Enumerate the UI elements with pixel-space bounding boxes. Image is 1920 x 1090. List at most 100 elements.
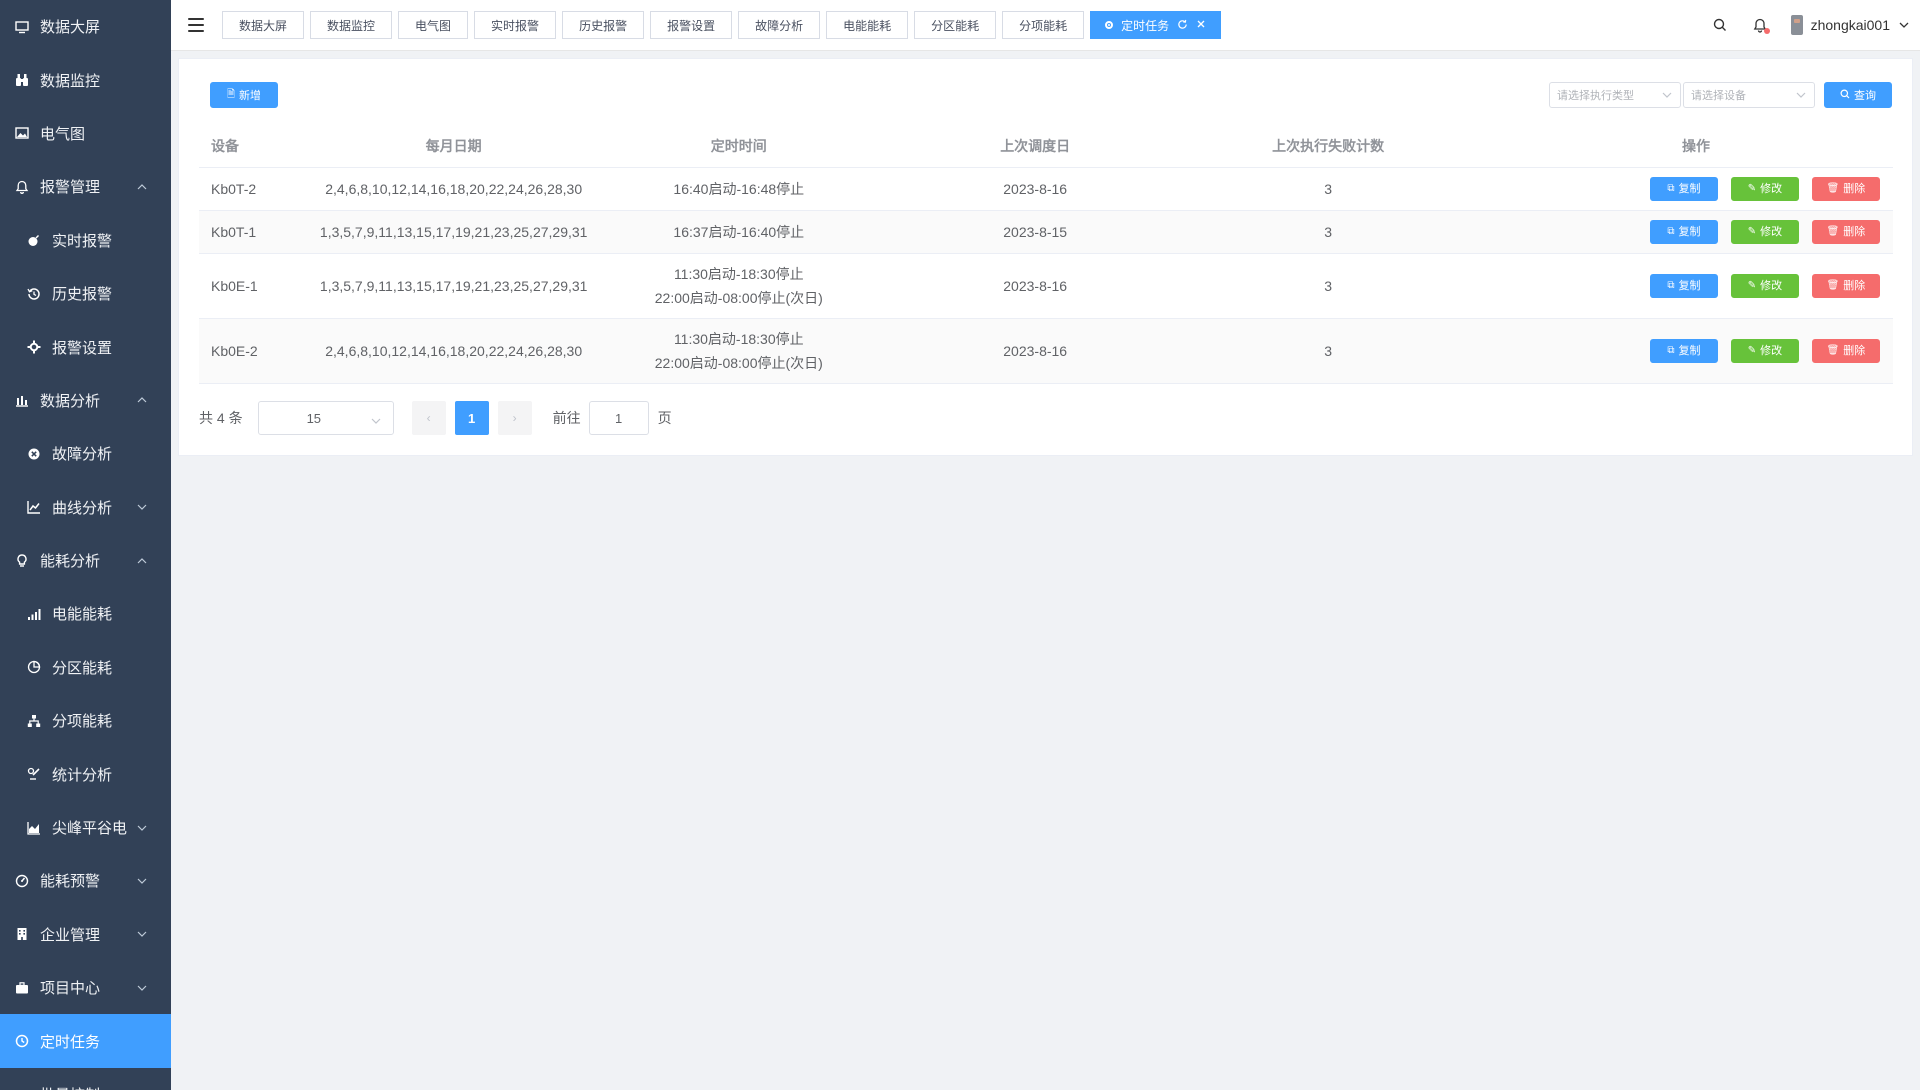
- total-count: 共 4 条: [199, 410, 243, 426]
- fail-count-cell: 3: [1194, 318, 1462, 384]
- time-cell: 16:37启动-16:40停止: [601, 210, 877, 254]
- column-header: 设备: [199, 124, 306, 168]
- sidebar-item[interactable]: 批量控制: [0, 1068, 171, 1090]
- sidebar-item[interactable]: 电能能耗: [0, 587, 171, 640]
- hamburger-menu-icon[interactable]: [188, 18, 204, 32]
- sidebar-item[interactable]: 实时报警: [0, 214, 171, 267]
- sidebar-item[interactable]: 报警设置: [0, 320, 171, 373]
- sidebar: 数据大屏 数据监控 电气图 报警管理 实时报警 历史报警报警设置数据分析故障分析曲线分析能…: [0, 0, 171, 1090]
- tag-tab-label: 分区能耗: [931, 18, 980, 33]
- search-button[interactable]: 查询: [1824, 82, 1892, 108]
- sidebar-item[interactable]: 能耗分析: [0, 534, 171, 587]
- delete-button-label: 删除: [1843, 226, 1866, 238]
- device-cell: Kb0T-2: [199, 167, 306, 211]
- tag-tab[interactable]: 电能能耗: [826, 11, 909, 39]
- sidebar-item-label: 报警设置: [52, 339, 113, 357]
- edit-button[interactable]: ✎ 修改: [1730, 177, 1799, 201]
- chevron-down-icon: [135, 874, 149, 888]
- sidebar-item[interactable]: 数据分析: [0, 374, 171, 427]
- close-circle-icon: [26, 446, 42, 462]
- tag-tab[interactable]: 实时报警: [474, 11, 557, 39]
- close-icon[interactable]: [1196, 19, 1206, 31]
- sidebar-item[interactable]: 分区能耗: [0, 641, 171, 694]
- table-row: Kb0T-2 2,4,6,8,10,12,14,16,18,20,22,24,26…: [199, 167, 1893, 211]
- sidebar-item[interactable]: 报警管理: [0, 160, 171, 213]
- copy-button[interactable]: ⧉ 复制: [1649, 274, 1718, 298]
- sitemap-icon: [26, 713, 42, 729]
- copy-button[interactable]: ⧉ 复制: [1649, 177, 1718, 201]
- delete-icon: 🗑: [1826, 226, 1840, 237]
- next-page-button[interactable]: ›: [497, 401, 532, 435]
- sidebar-item-label: 曲线分析: [52, 499, 113, 517]
- area-chart-icon: [26, 820, 42, 836]
- exec-type-select[interactable]: 请选择执行类型: [1549, 82, 1681, 108]
- edit-button-label: 修改: [1760, 345, 1783, 357]
- building-icon: [14, 926, 30, 942]
- sidebar-item[interactable]: 分项能耗: [0, 694, 171, 747]
- edit-button[interactable]: ✎ 修改: [1730, 220, 1799, 244]
- gear-icon: [26, 339, 42, 355]
- add-button[interactable]: 🗎 新增: [210, 82, 278, 108]
- sidebar-item[interactable]: 尖峰平谷电: [0, 801, 171, 854]
- sidebar-item-label: 统计分析: [52, 766, 113, 784]
- tag-tab[interactable]: 故障分析: [738, 11, 821, 39]
- sidebar-item-label: 数据分析: [40, 392, 101, 410]
- tag-tab[interactable]: 电气图: [398, 11, 469, 39]
- search-button-label: 查询: [1854, 90, 1876, 102]
- exec-type-placeholder: 请选择执行类型: [1557, 90, 1634, 102]
- chevron-up-icon: [135, 393, 149, 407]
- tag-tab[interactable]: 历史报警: [562, 11, 645, 39]
- sidebar-item[interactable]: 项目中心: [0, 961, 171, 1014]
- dates-cell: 2,4,6,8,10,12,14,16,18,20,22,24,26,28,30: [305, 167, 602, 211]
- time-line: 16:40启动-16:48停止: [673, 181, 805, 197]
- delete-button[interactable]: 🗑 删除: [1811, 339, 1880, 363]
- edit-button-label: 修改: [1760, 183, 1783, 195]
- prev-page-button[interactable]: ‹: [411, 401, 446, 435]
- tag-tab[interactable]: 报警设置: [650, 11, 733, 39]
- sidebar-item[interactable]: 定时任务: [0, 1014, 171, 1068]
- delete-button-label: 删除: [1843, 280, 1866, 292]
- sidebar-item[interactable]: 故障分析: [0, 427, 171, 480]
- delete-button[interactable]: 🗑 删除: [1811, 177, 1880, 201]
- chevron-down-icon[interactable]: [1898, 19, 1910, 31]
- last-date-cell: 2023-8-15: [876, 210, 1195, 254]
- edit-button[interactable]: ✎ 修改: [1730, 339, 1799, 363]
- tag-tab[interactable]: 数据大屏: [222, 11, 305, 39]
- delete-button[interactable]: 🗑 删除: [1811, 220, 1880, 244]
- page-size-select[interactable]: 15: [257, 401, 394, 435]
- sidebar-item[interactable]: 统计分析: [0, 747, 171, 800]
- binoculars-icon: [14, 72, 30, 88]
- sidebar-item[interactable]: 曲线分析: [0, 481, 171, 534]
- search-icon[interactable]: [1711, 16, 1729, 34]
- chevron-down-icon: [135, 981, 149, 995]
- sidebar-item-label: 定时任务: [40, 1033, 101, 1051]
- tag-tab[interactable]: 分项能耗: [1002, 11, 1085, 39]
- refresh-icon[interactable]: [1177, 19, 1188, 32]
- tag-tab[interactable]: 分区能耗: [914, 11, 997, 39]
- edit-button[interactable]: ✎ 修改: [1730, 274, 1799, 298]
- sidebar-item[interactable]: 电气图: [0, 107, 171, 160]
- tag-tab-label: 报警设置: [667, 18, 716, 33]
- avatar[interactable]: [1790, 15, 1803, 35]
- sidebar-item[interactable]: 历史报警: [0, 267, 171, 320]
- delete-button[interactable]: 🗑 删除: [1811, 274, 1880, 298]
- chevron-down-icon: [135, 821, 149, 835]
- chevron-down-icon: [371, 414, 381, 424]
- copy-button[interactable]: ⧉ 复制: [1649, 339, 1718, 363]
- tag-tab[interactable]: 定时任务: [1090, 11, 1222, 39]
- tag-tab-label: 数据监控: [327, 18, 376, 33]
- goto-page-input[interactable]: 1: [588, 401, 649, 435]
- copy-button[interactable]: ⧉ 复制: [1649, 220, 1718, 244]
- delete-icon: 🗑: [1826, 345, 1840, 356]
- sidebar-item[interactable]: 能耗预警: [0, 854, 171, 907]
- sidebar-item[interactable]: 数据监控: [0, 53, 171, 106]
- sidebar-item-label: 分区能耗: [52, 659, 113, 677]
- device-select[interactable]: 请选择设备: [1683, 82, 1815, 108]
- username[interactable]: zhongkai001: [1811, 17, 1890, 33]
- sidebar-item[interactable]: 数据大屏: [0, 0, 171, 53]
- page-number-current[interactable]: 1: [454, 401, 489, 435]
- tag-tab[interactable]: 数据监控: [310, 11, 393, 39]
- bell-icon[interactable]: [1751, 16, 1770, 34]
- sidebar-item[interactable]: 企业管理: [0, 908, 171, 961]
- copy-button-label: 复制: [1678, 226, 1701, 238]
